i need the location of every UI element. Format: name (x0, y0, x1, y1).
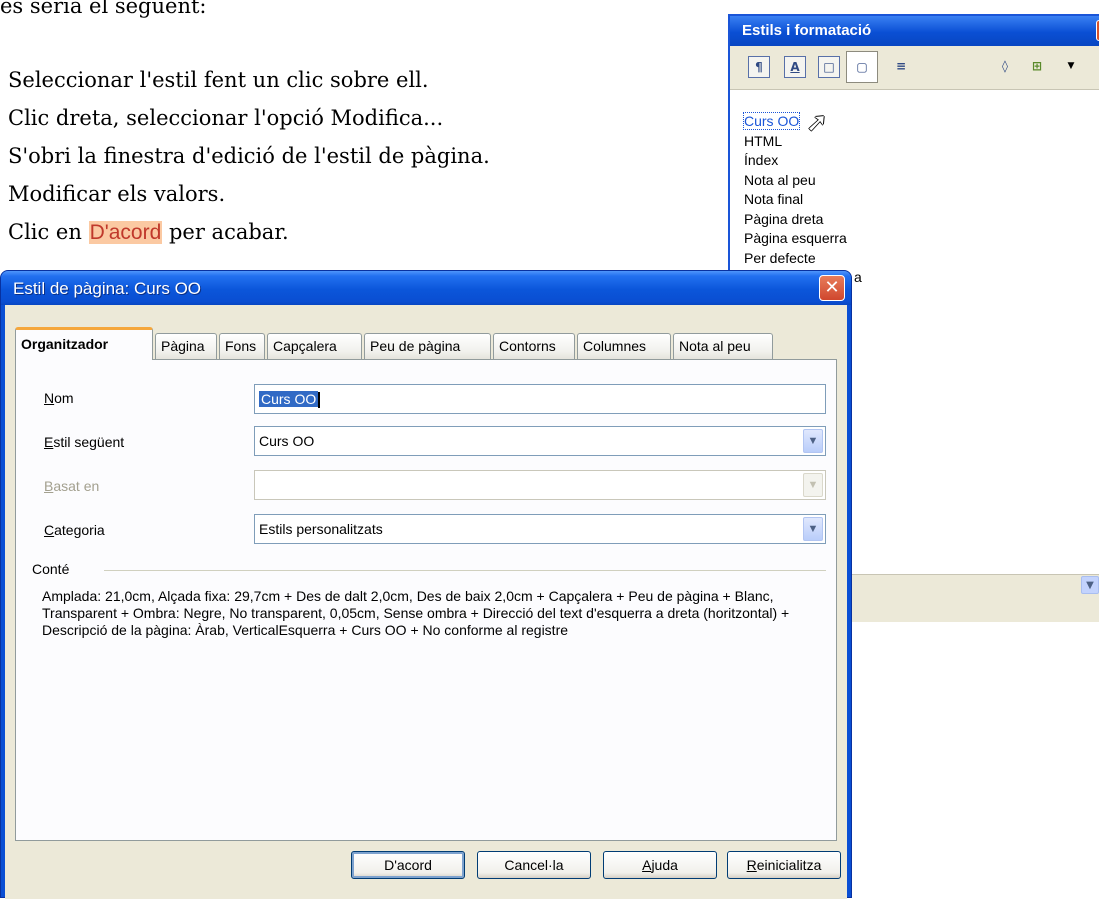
dialog-body: Organitzador Pàgina Fons Capçalera Peu d… (5, 305, 847, 899)
mouse-pointer-icon: ➚ (806, 108, 828, 138)
contains-description: Amplada: 21,0cm, Alçada fixa: 29,7cm + D… (42, 588, 790, 638)
page-style-dialog: Estil de pàgina: Curs OO ✕ Organitzador … (0, 270, 852, 899)
tab-capcalera[interactable]: Capçalera (267, 333, 362, 359)
new-style-icon[interactable]: ⊞ (1026, 56, 1048, 78)
chevron-down-icon[interactable]: ▼ (803, 517, 823, 541)
dialog-titlebar: Estil de pàgina: Curs OO (1, 271, 851, 305)
tab-fons[interactable]: Fons (219, 333, 265, 359)
document-step-last: Clic en D'acord per acabar. (8, 220, 289, 245)
ok-button[interactable]: D'acord (351, 851, 465, 879)
cancel-button[interactable]: Cancel·la (477, 851, 591, 879)
name-value: Curs OO (259, 391, 319, 407)
list-item[interactable]: Pàgina esquerra (744, 229, 862, 249)
paragraph-styles-icon[interactable]: ¶ (748, 56, 770, 78)
chevron-down-icon: ▼ (803, 473, 823, 497)
list-item[interactable]: HTML (744, 132, 862, 152)
fill-format-icon[interactable]: ◊ (994, 56, 1016, 78)
tab-peu-de-pagina[interactable]: Peu de pàgina (364, 333, 491, 359)
next-style-dropdown[interactable]: Curs OO ▼ (254, 426, 826, 456)
document-step-prefix: Clic en (8, 220, 89, 244)
dialog-title: Estil de pàgina: Curs OO (13, 279, 202, 298)
document-step: S'obri la finestra d'edició de l'estil d… (8, 144, 490, 168)
category-label: Categoria (44, 522, 105, 538)
next-style-value: Curs OO (259, 433, 315, 449)
close-icon[interactable]: ✕ (819, 275, 845, 301)
styles-panel-titlebar: Estils i formatació ✕ (730, 16, 1099, 46)
tab-columnes[interactable]: Columnes (577, 333, 671, 359)
styles-panel-toolbar: ¶ A □ ▢ ≡ ◊ ⊞ ▼ (730, 46, 1099, 90)
tab-pagina[interactable]: Pàgina (155, 333, 217, 359)
linked-with-dropdown: ▼ (254, 470, 826, 500)
organizer-panel: Nom Curs OO Estil següent Curs OO ▼ Basa… (15, 359, 837, 841)
name-label: Nom (44, 390, 74, 406)
chevron-down-icon[interactable]: ▼ (1060, 56, 1082, 78)
help-button[interactable]: Ajuda (603, 851, 717, 879)
next-style-label: Estil següent (44, 434, 125, 450)
reset-button[interactable]: Reinicialitza (727, 851, 841, 879)
frame-styles-icon[interactable]: □ (818, 56, 840, 78)
list-item[interactable]: Nota al peu (744, 171, 862, 191)
page-styles-icon[interactable]: ▢ (846, 51, 878, 83)
list-item[interactable]: Curs OO (742, 112, 862, 132)
list-item[interactable]: Pàgina dreta (744, 210, 862, 230)
tab-nota-al-peu[interactable]: Nota al peu (673, 333, 773, 359)
styles-panel-title: Estils i formatació (742, 22, 872, 39)
document-step-suffix: per acabar. (162, 220, 289, 244)
list-item[interactable]: Índex (744, 151, 862, 171)
document-step: Clic dreta, seleccionar l'opció Modifica… (8, 106, 444, 130)
styles-list: Curs OO HTML Índex Nota al peu Nota fina… (742, 112, 862, 288)
section-divider (104, 570, 826, 571)
list-item[interactable]: Nota final (744, 190, 862, 210)
document-step: Modificar els valors. (8, 182, 226, 206)
document-step: Seleccionar l'estil fent un clic sobre e… (8, 68, 429, 92)
character-styles-icon[interactable]: A (784, 56, 806, 78)
list-styles-icon[interactable]: ≡ (890, 56, 912, 78)
chevron-down-icon[interactable]: ▼ (1081, 576, 1099, 594)
list-item[interactable]: Per defecte (744, 249, 862, 269)
chevron-down-icon[interactable]: ▼ (803, 429, 823, 453)
linked-with-label: Basat en (44, 478, 100, 494)
contains-label: Conté (32, 561, 70, 577)
text-caret (318, 392, 321, 409)
tab-contorns[interactable]: Contorns (493, 333, 575, 359)
highlighted-ok-label: D'acord (88, 221, 163, 244)
tab-organitzador[interactable]: Organitzador (15, 327, 153, 360)
category-dropdown[interactable]: Estils personalitzats ▼ (254, 514, 826, 544)
category-value: Estils personalitzats (259, 521, 383, 537)
name-field[interactable]: Curs OO (254, 384, 826, 414)
document-intro: es seria el següent: (0, 0, 207, 18)
